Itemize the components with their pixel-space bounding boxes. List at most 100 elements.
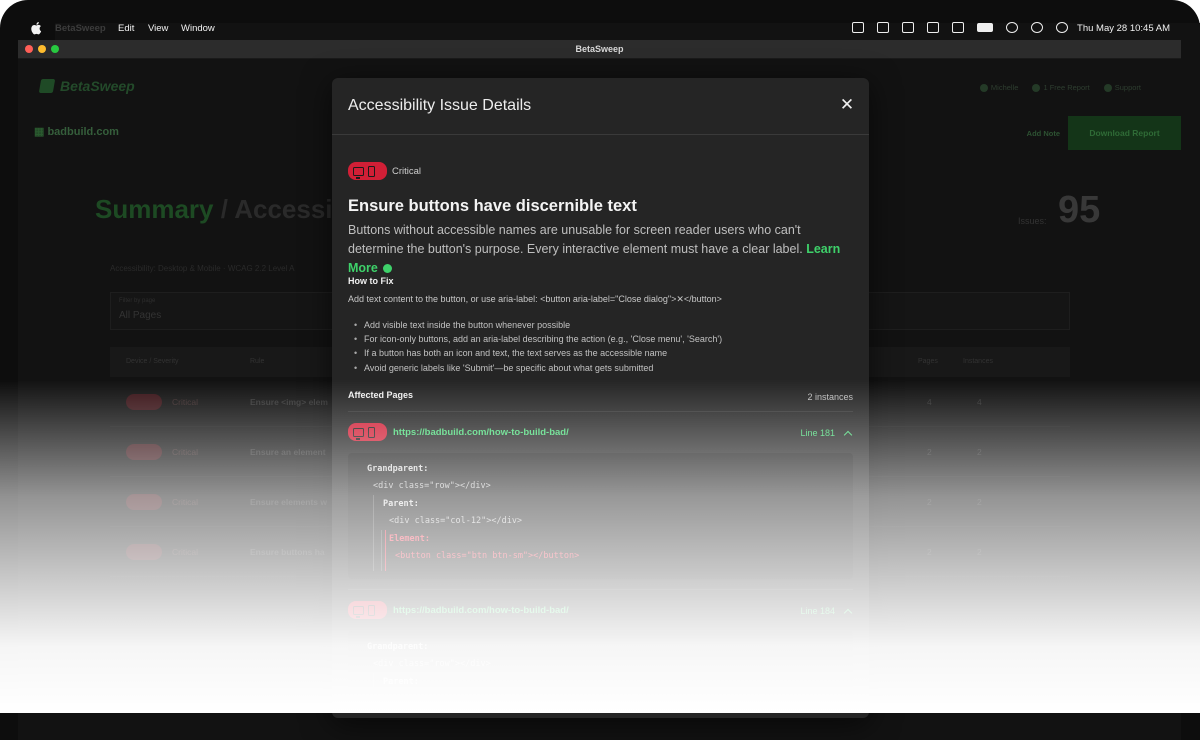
device-badge bbox=[348, 601, 387, 619]
logo-text: BetaSweep bbox=[60, 78, 135, 94]
grandparent-code: <div class="row"></div> bbox=[373, 481, 491, 491]
severity-text: Critical bbox=[172, 447, 198, 457]
affected-page-url[interactable]: https://badbuild.com/how-to-build-bad/ bbox=[393, 427, 569, 438]
mobile-icon bbox=[368, 165, 375, 177]
parent-label: Parent: bbox=[383, 499, 419, 509]
issue-description: Buttons without accessible names are unu… bbox=[348, 221, 858, 278]
accessibility-scope: Accessibility: Desktop & Mobile · WCAG 2… bbox=[110, 264, 295, 273]
control-center-icon[interactable] bbox=[1056, 22, 1068, 33]
column-header: Pages bbox=[918, 358, 938, 365]
apple-icon[interactable] bbox=[31, 21, 43, 35]
description-text: Buttons without accessible names are unu… bbox=[348, 223, 803, 256]
affected-page-url[interactable]: https://badbuild.com/how-to-build-bad/ bbox=[393, 605, 569, 616]
site-name: badbuild.com bbox=[34, 125, 119, 138]
user-link[interactable]: Michelle bbox=[980, 83, 1019, 92]
desktop-icon bbox=[353, 605, 364, 618]
desktop-icon bbox=[353, 166, 364, 179]
add-note-button[interactable]: Add Note bbox=[1027, 129, 1060, 138]
tree-line bbox=[373, 495, 374, 571]
menu-window[interactable]: Window bbox=[181, 23, 215, 34]
column-header: Rule bbox=[250, 358, 265, 365]
severity-badge bbox=[126, 444, 162, 460]
instances-count: 4 bbox=[977, 397, 982, 407]
divider bbox=[348, 589, 853, 590]
grid-icon[interactable] bbox=[927, 22, 939, 33]
parent-label: Parent: bbox=[383, 677, 419, 687]
breadcrumb-current: / Accessi bbox=[213, 194, 333, 224]
pages-count: 2 bbox=[927, 547, 932, 557]
instances-count: 2 bbox=[977, 447, 982, 457]
severity-badge bbox=[126, 394, 162, 410]
filter-value: All Pages bbox=[119, 310, 162, 321]
code-snippet: Grandparent: <div class="row"></div> Par… bbox=[348, 631, 853, 691]
severity-text: Critical bbox=[172, 547, 198, 557]
top-right-nav: Michelle 1 Free Report Support bbox=[980, 83, 1141, 92]
status-icons bbox=[852, 22, 1068, 33]
list-item: Avoid generic labels like 'Submit'—be sp… bbox=[354, 361, 722, 375]
status-icon[interactable] bbox=[877, 22, 889, 33]
tree-line bbox=[381, 530, 382, 571]
severity-label: Critical bbox=[392, 166, 422, 177]
severity-text: Critical bbox=[172, 497, 198, 507]
chevron-up-icon[interactable] bbox=[843, 608, 853, 618]
status-icon[interactable] bbox=[852, 22, 864, 33]
arrow-circle-icon bbox=[383, 264, 393, 274]
device-badge bbox=[348, 423, 387, 441]
menu-edit[interactable]: Edit bbox=[118, 23, 134, 34]
chevron-up-icon[interactable] bbox=[843, 430, 853, 440]
menu-view[interactable]: View bbox=[148, 23, 168, 34]
status-icon[interactable] bbox=[902, 22, 914, 33]
list-item: Add visible text inside the button whene… bbox=[354, 318, 722, 332]
mac-menubar: BetaSweep Edit View Window Thu May 28 10… bbox=[0, 18, 1200, 704]
menubar-clock[interactable]: Thu May 28 10:45 AM bbox=[1077, 23, 1170, 34]
affected-pages-title: Affected Pages bbox=[348, 390, 414, 400]
mobile-icon bbox=[368, 426, 375, 438]
line-number: Line 184 bbox=[800, 606, 835, 616]
divider bbox=[348, 411, 853, 412]
modal-header: Accessibility Issue Details ✕ bbox=[332, 78, 869, 135]
grandparent-label: Grandparent: bbox=[367, 642, 429, 652]
instances-count: 2 bbox=[977, 497, 982, 507]
list-item: If a button has both an icon and text, t… bbox=[354, 346, 722, 360]
rule-text: Ensure <img> elem bbox=[250, 397, 328, 407]
element-code: <button class="btn btn-sm"></button> bbox=[395, 551, 580, 561]
severity-badge bbox=[126, 494, 162, 510]
rule-text: Ensure an element bbox=[250, 447, 326, 457]
search-icon[interactable] bbox=[1031, 22, 1043, 33]
desktop-icon bbox=[353, 427, 364, 440]
status-icon[interactable] bbox=[952, 22, 964, 33]
line-number: Line 181 bbox=[800, 428, 835, 438]
window-title: BetaSweep bbox=[575, 44, 624, 54]
fix-tips-list: Add visible text inside the button whene… bbox=[354, 318, 722, 375]
close-icon[interactable]: ✕ bbox=[839, 96, 855, 113]
wifi-icon[interactable] bbox=[1006, 22, 1018, 33]
free-report-link[interactable]: 1 Free Report bbox=[1032, 83, 1089, 92]
instances-count: 2 bbox=[977, 547, 982, 557]
issues-label: Issues: bbox=[1018, 216, 1047, 226]
support-link[interactable]: Support bbox=[1104, 83, 1141, 92]
code-snippet: Grandparent: <div class="row"></div> Par… bbox=[348, 453, 853, 579]
filter-label: Filter by page bbox=[119, 298, 156, 304]
severity-text: Critical bbox=[172, 397, 198, 407]
how-to-fix-title: How to Fix bbox=[348, 276, 394, 286]
severity-badge bbox=[348, 162, 387, 180]
pages-count: 2 bbox=[927, 497, 932, 507]
column-header: Instances bbox=[963, 358, 993, 365]
mobile-icon bbox=[368, 604, 375, 616]
parent-code: <div class="col-12"></div> bbox=[389, 516, 523, 526]
logo-icon bbox=[38, 79, 56, 93]
grandparent-label: Grandparent: bbox=[367, 464, 429, 474]
modal-title: Accessibility Issue Details bbox=[348, 97, 532, 114]
rule-text: Ensure elements w bbox=[250, 497, 328, 507]
column-header: Device / Severity bbox=[126, 358, 179, 365]
severity-badge bbox=[126, 544, 162, 560]
issues-count: 95 bbox=[1058, 189, 1101, 231]
pages-count: 4 bbox=[927, 397, 932, 407]
app-logo[interactable]: BetaSweep bbox=[38, 78, 135, 94]
download-report-button[interactable]: Download Report bbox=[1068, 116, 1181, 150]
how-to-fix-description: Add text content to the button, or use a… bbox=[348, 294, 722, 304]
breadcrumb-summary[interactable]: Summary bbox=[95, 194, 214, 224]
element-marker bbox=[385, 530, 386, 571]
battery-icon[interactable] bbox=[977, 23, 993, 32]
tree-line bbox=[373, 673, 374, 691]
